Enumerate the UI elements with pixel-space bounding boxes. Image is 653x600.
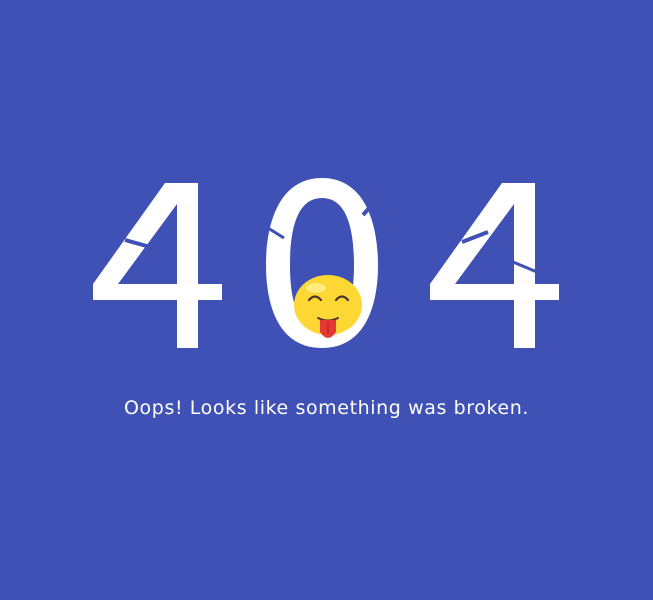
digit-four-left — [93, 183, 222, 348]
error-message: Oops! Looks like something was broken. — [124, 397, 529, 419]
error-code-graphic — [93, 178, 559, 348]
digit-four-right — [430, 183, 559, 348]
error-page: Oops! Looks like something was broken. — [0, 0, 653, 600]
